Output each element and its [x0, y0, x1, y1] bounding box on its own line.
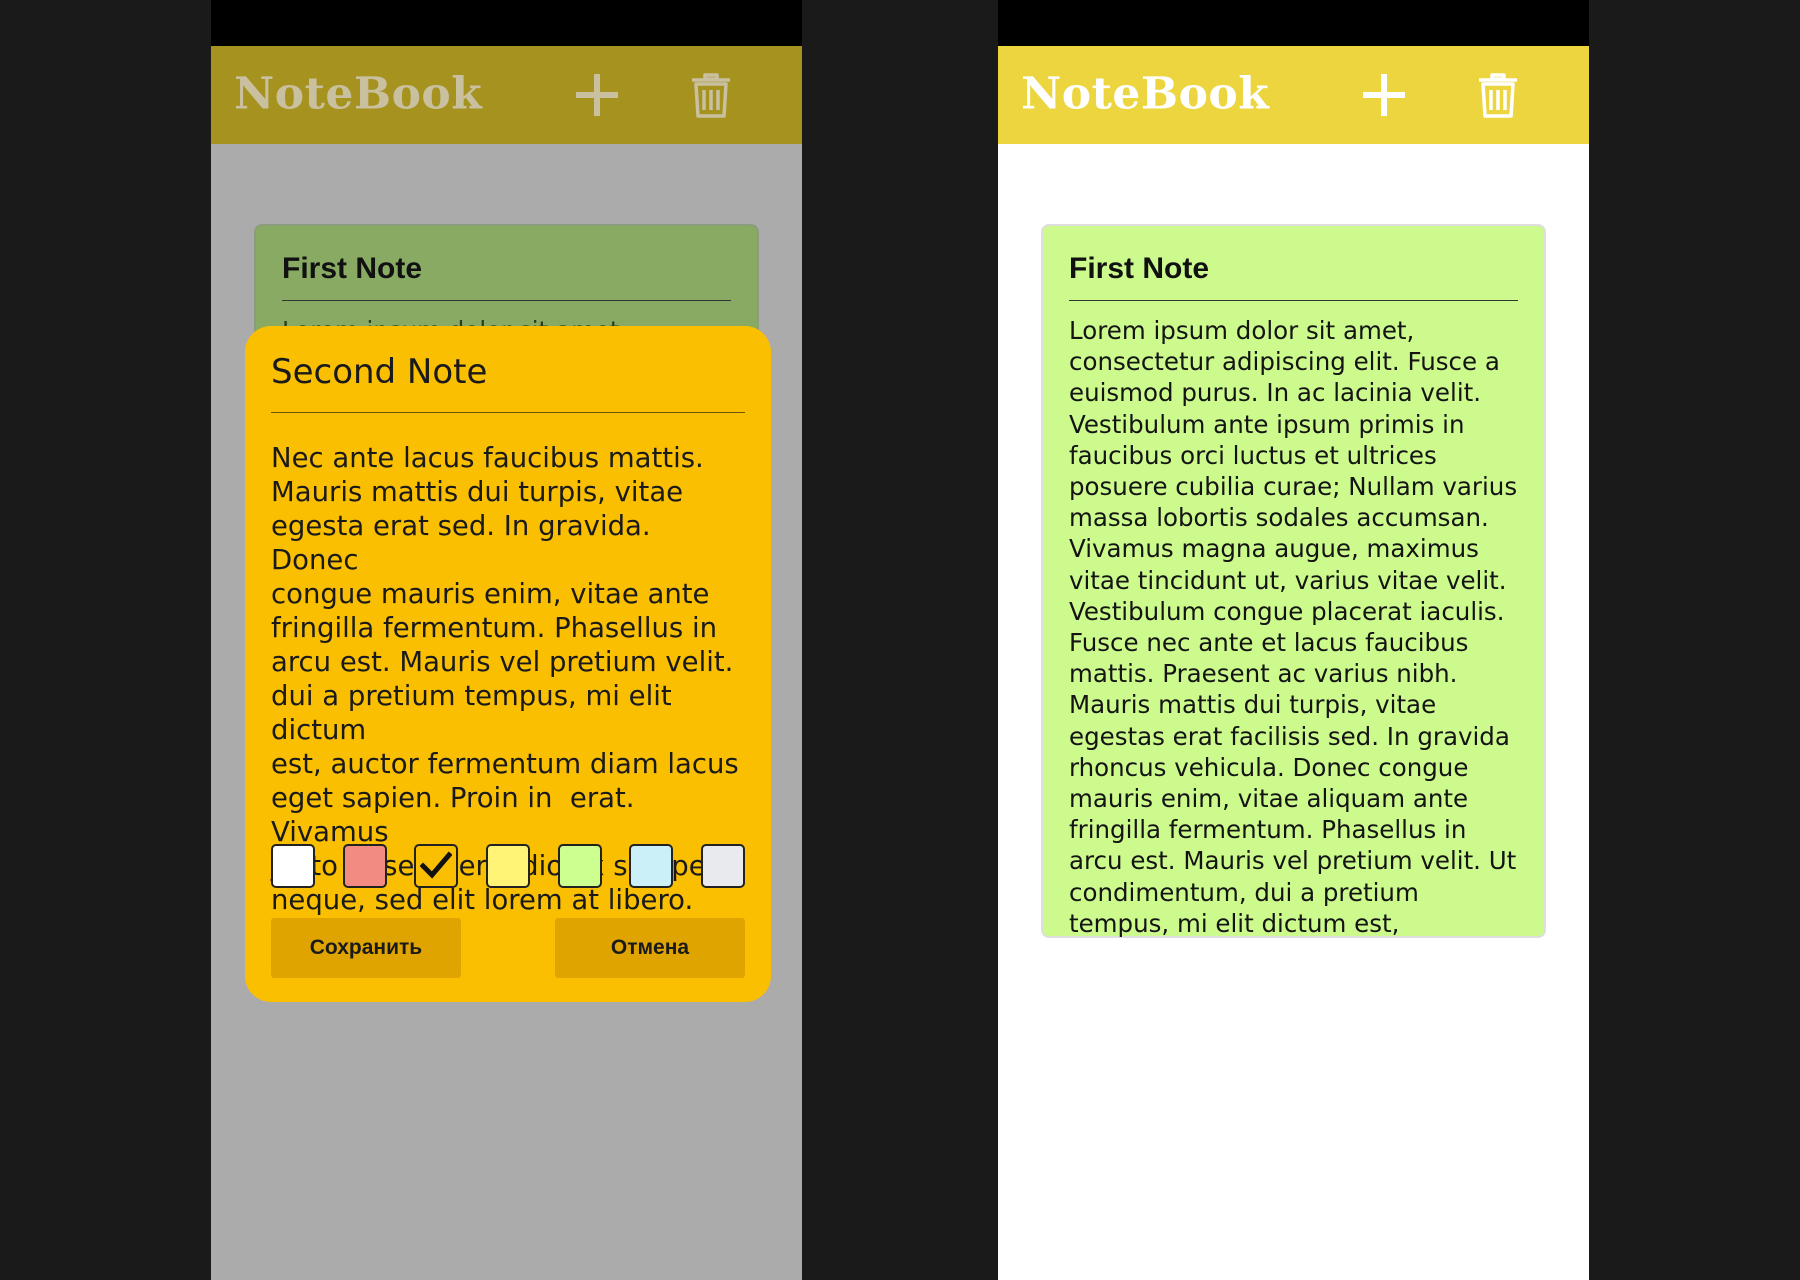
app-title: NoteBook — [1021, 68, 1270, 120]
trash-icon — [692, 73, 730, 118]
plus-icon — [576, 74, 618, 116]
delete-notes-button[interactable] — [1470, 67, 1526, 123]
note-title: First Note — [282, 252, 731, 301]
app-header: NoteBook — [211, 46, 802, 144]
color-swatch-yellow[interactable] — [485, 844, 530, 888]
edit-note-dialog: Second Note Nec ante lacus faucibus matt… — [245, 326, 771, 1002]
note-body: Lorem ipsum dolor sit amet, consectetur … — [1069, 316, 1518, 938]
color-picker — [271, 844, 745, 888]
color-swatch-blue[interactable] — [629, 844, 674, 888]
delete-notes-button[interactable] — [683, 67, 739, 123]
color-swatch-red[interactable] — [342, 844, 387, 888]
checkmark-icon — [420, 851, 453, 879]
add-note-button[interactable] — [569, 67, 625, 123]
dialog-actions: Сохранить Отмена — [271, 918, 745, 978]
color-swatch-green[interactable] — [557, 844, 602, 888]
app-header: NoteBook — [998, 46, 1589, 144]
cancel-button[interactable]: Отмена — [555, 918, 745, 978]
phone-screen-list: NoteBook First Note Lorem ipsum dolor si… — [998, 0, 1589, 1280]
note-title: First Note — [1069, 252, 1518, 301]
add-note-button[interactable] — [1356, 67, 1412, 123]
color-swatch-white[interactable] — [271, 844, 315, 888]
save-button[interactable]: Сохранить — [271, 918, 461, 978]
color-swatch-gray[interactable] — [700, 844, 745, 888]
note-card[interactable]: First Note Lorem ipsum dolor sit amet, c… — [1041, 224, 1546, 938]
status-bar — [211, 0, 802, 46]
plus-icon — [1363, 74, 1405, 116]
dialog-note-title[interactable]: Second Note — [271, 352, 745, 413]
color-swatch-orange[interactable] — [414, 844, 459, 888]
trash-icon — [1479, 73, 1517, 118]
status-bar — [998, 0, 1589, 46]
app-title: NoteBook — [234, 68, 483, 120]
phone-screen-editing: NoteBook First Note Lorem ipsum dolor si… — [211, 0, 802, 1280]
